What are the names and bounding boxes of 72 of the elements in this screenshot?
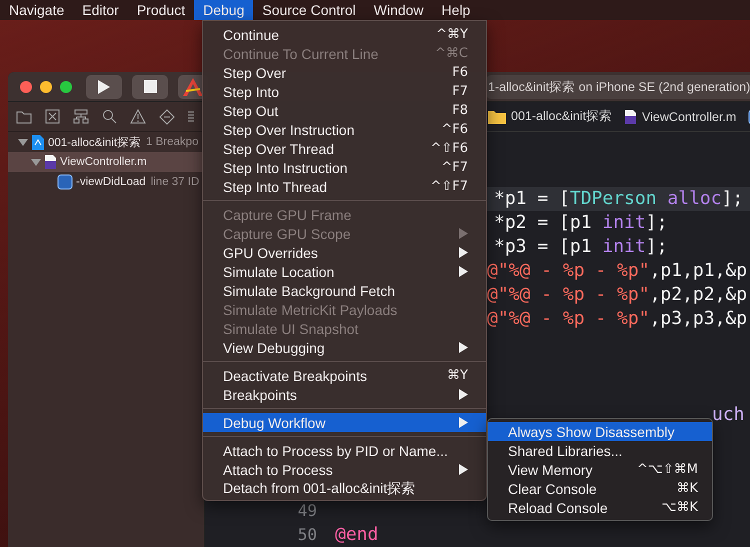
folder-icon — [488, 109, 506, 124]
menu-item[interactable]: Always Show Disassembly — [488, 422, 712, 441]
menu-item[interactable]: Step Out F8 — [203, 101, 486, 120]
menu-bar-item[interactable]: Editor — [73, 0, 128, 20]
submenu-arrow-icon — [459, 417, 468, 428]
source-file-icon — [44, 154, 57, 170]
menu-item[interactable]: Simulate Background Fetch — [203, 281, 486, 300]
search-icon[interactable] — [102, 109, 117, 124]
menu-bar-item[interactable]: Navigate — [0, 0, 74, 20]
menu-item[interactable]: Detach from 001-alloc&init探索 — [203, 479, 486, 498]
jump-bar-item[interactable]: ViewController.m — [624, 108, 736, 124]
menu-item[interactable]: Step Into F7 — [203, 82, 486, 101]
menu-bar-item[interactable]: Product — [128, 0, 194, 20]
navigator-item[interactable]: ViewController.m — [8, 152, 204, 172]
menu-item[interactable]: Shared Libraries... — [488, 441, 712, 460]
submenu-arrow-icon — [459, 389, 468, 400]
code-line: @"%@ - %p - %p",p3,p3,&p — [487, 307, 748, 331]
menu-item[interactable]: Debug Workflow — [203, 413, 486, 432]
menu-item[interactable]: Attach to Process — [203, 460, 486, 479]
menu-item[interactable]: Step Over Instruction ^F6 — [203, 120, 486, 139]
code-line: *p1 = [TDPerson alloc]; — [494, 187, 744, 211]
submenu-arrow-icon — [459, 228, 468, 239]
code-line: @"%@ - %p - %p",p2,p2,&p — [487, 283, 748, 307]
close-icon[interactable] — [20, 80, 32, 92]
menu-item[interactable]: Step Into Thread ^⇧F7 — [203, 177, 486, 196]
menu-item[interactable]: Simulate Location — [203, 262, 486, 281]
menu-item[interactable]: Deactivate Breakpoints ⌘Y — [203, 366, 486, 385]
warning-icon[interactable] — [130, 109, 146, 124]
source-file-icon — [624, 108, 638, 124]
code-line: uch — [712, 403, 745, 427]
zoom-icon[interactable] — [60, 80, 72, 92]
menu-item[interactable]: Step Over F6 — [203, 63, 486, 82]
code-line: @"%@ - %p - %p",p1,p1,&p — [487, 259, 748, 283]
x-square-icon[interactable] — [45, 109, 60, 124]
code-line: @end — [335, 523, 378, 547]
method-icon — [57, 174, 73, 190]
minimize-icon[interactable] — [40, 80, 52, 92]
menu-item[interactable]: Continue ^⌘Y — [203, 25, 486, 44]
menu-item[interactable]: Step Into Instruction ^F7 — [203, 158, 486, 177]
code-line: *p2 = [p1 init]; — [494, 211, 668, 235]
list-icon[interactable] — [188, 110, 194, 124]
menu-bar-item[interactable]: Window — [364, 0, 433, 20]
submenu-arrow-icon — [459, 342, 468, 353]
play-icon — [97, 78, 111, 94]
menu-item[interactable]: Attach to Process by PID or Name... — [203, 441, 486, 460]
line-number: 49 — [298, 501, 317, 520]
menu-bar-item[interactable]: Debug — [194, 0, 254, 20]
menu-item[interactable]: Breakpoints — [203, 385, 486, 404]
menu-item[interactable]: View Memory ^⌥⇧⌘M — [488, 460, 712, 479]
submenu-arrow-icon — [459, 247, 468, 258]
diamond-icon[interactable] — [159, 108, 175, 124]
hierarchy-icon[interactable] — [73, 109, 89, 124]
run-button[interactable] — [86, 74, 122, 98]
folder-icon[interactable] — [16, 110, 32, 124]
stop-button[interactable] — [132, 74, 168, 98]
project-file-icon — [31, 134, 45, 150]
navigator-item[interactable]: 001-alloc&init探索 1 Breakpo — [8, 132, 204, 152]
menu-bar-item[interactable]: Source Control — [253, 0, 365, 20]
code-line: *p3 = [p1 init]; — [494, 235, 668, 259]
submenu-arrow-icon — [459, 464, 468, 475]
menu-item[interactable]: GPU Overrides — [203, 243, 486, 262]
line-number: 50 — [298, 525, 317, 544]
jump-bar-item[interactable]: 001-alloc&init探索 — [488, 108, 612, 125]
menu-item[interactable]: Clear Console ⌘K — [488, 479, 712, 498]
menu-item[interactable]: View Debugging — [203, 338, 486, 357]
status-field: 1-alloc&init探索 on iPhone SE (2nd generation) — [486, 74, 750, 98]
menu-item[interactable]: Reload Console ⌥⌘K — [488, 498, 712, 517]
menu-bar-item[interactable]: Help — [432, 0, 480, 20]
submenu-arrow-icon — [459, 266, 468, 277]
navigator-item[interactable]: -viewDidLoad line 37 ID — [8, 172, 204, 192]
stop-icon — [144, 80, 156, 93]
menu-item[interactable]: Step Over Thread ^⇧F6 — [203, 139, 486, 158]
